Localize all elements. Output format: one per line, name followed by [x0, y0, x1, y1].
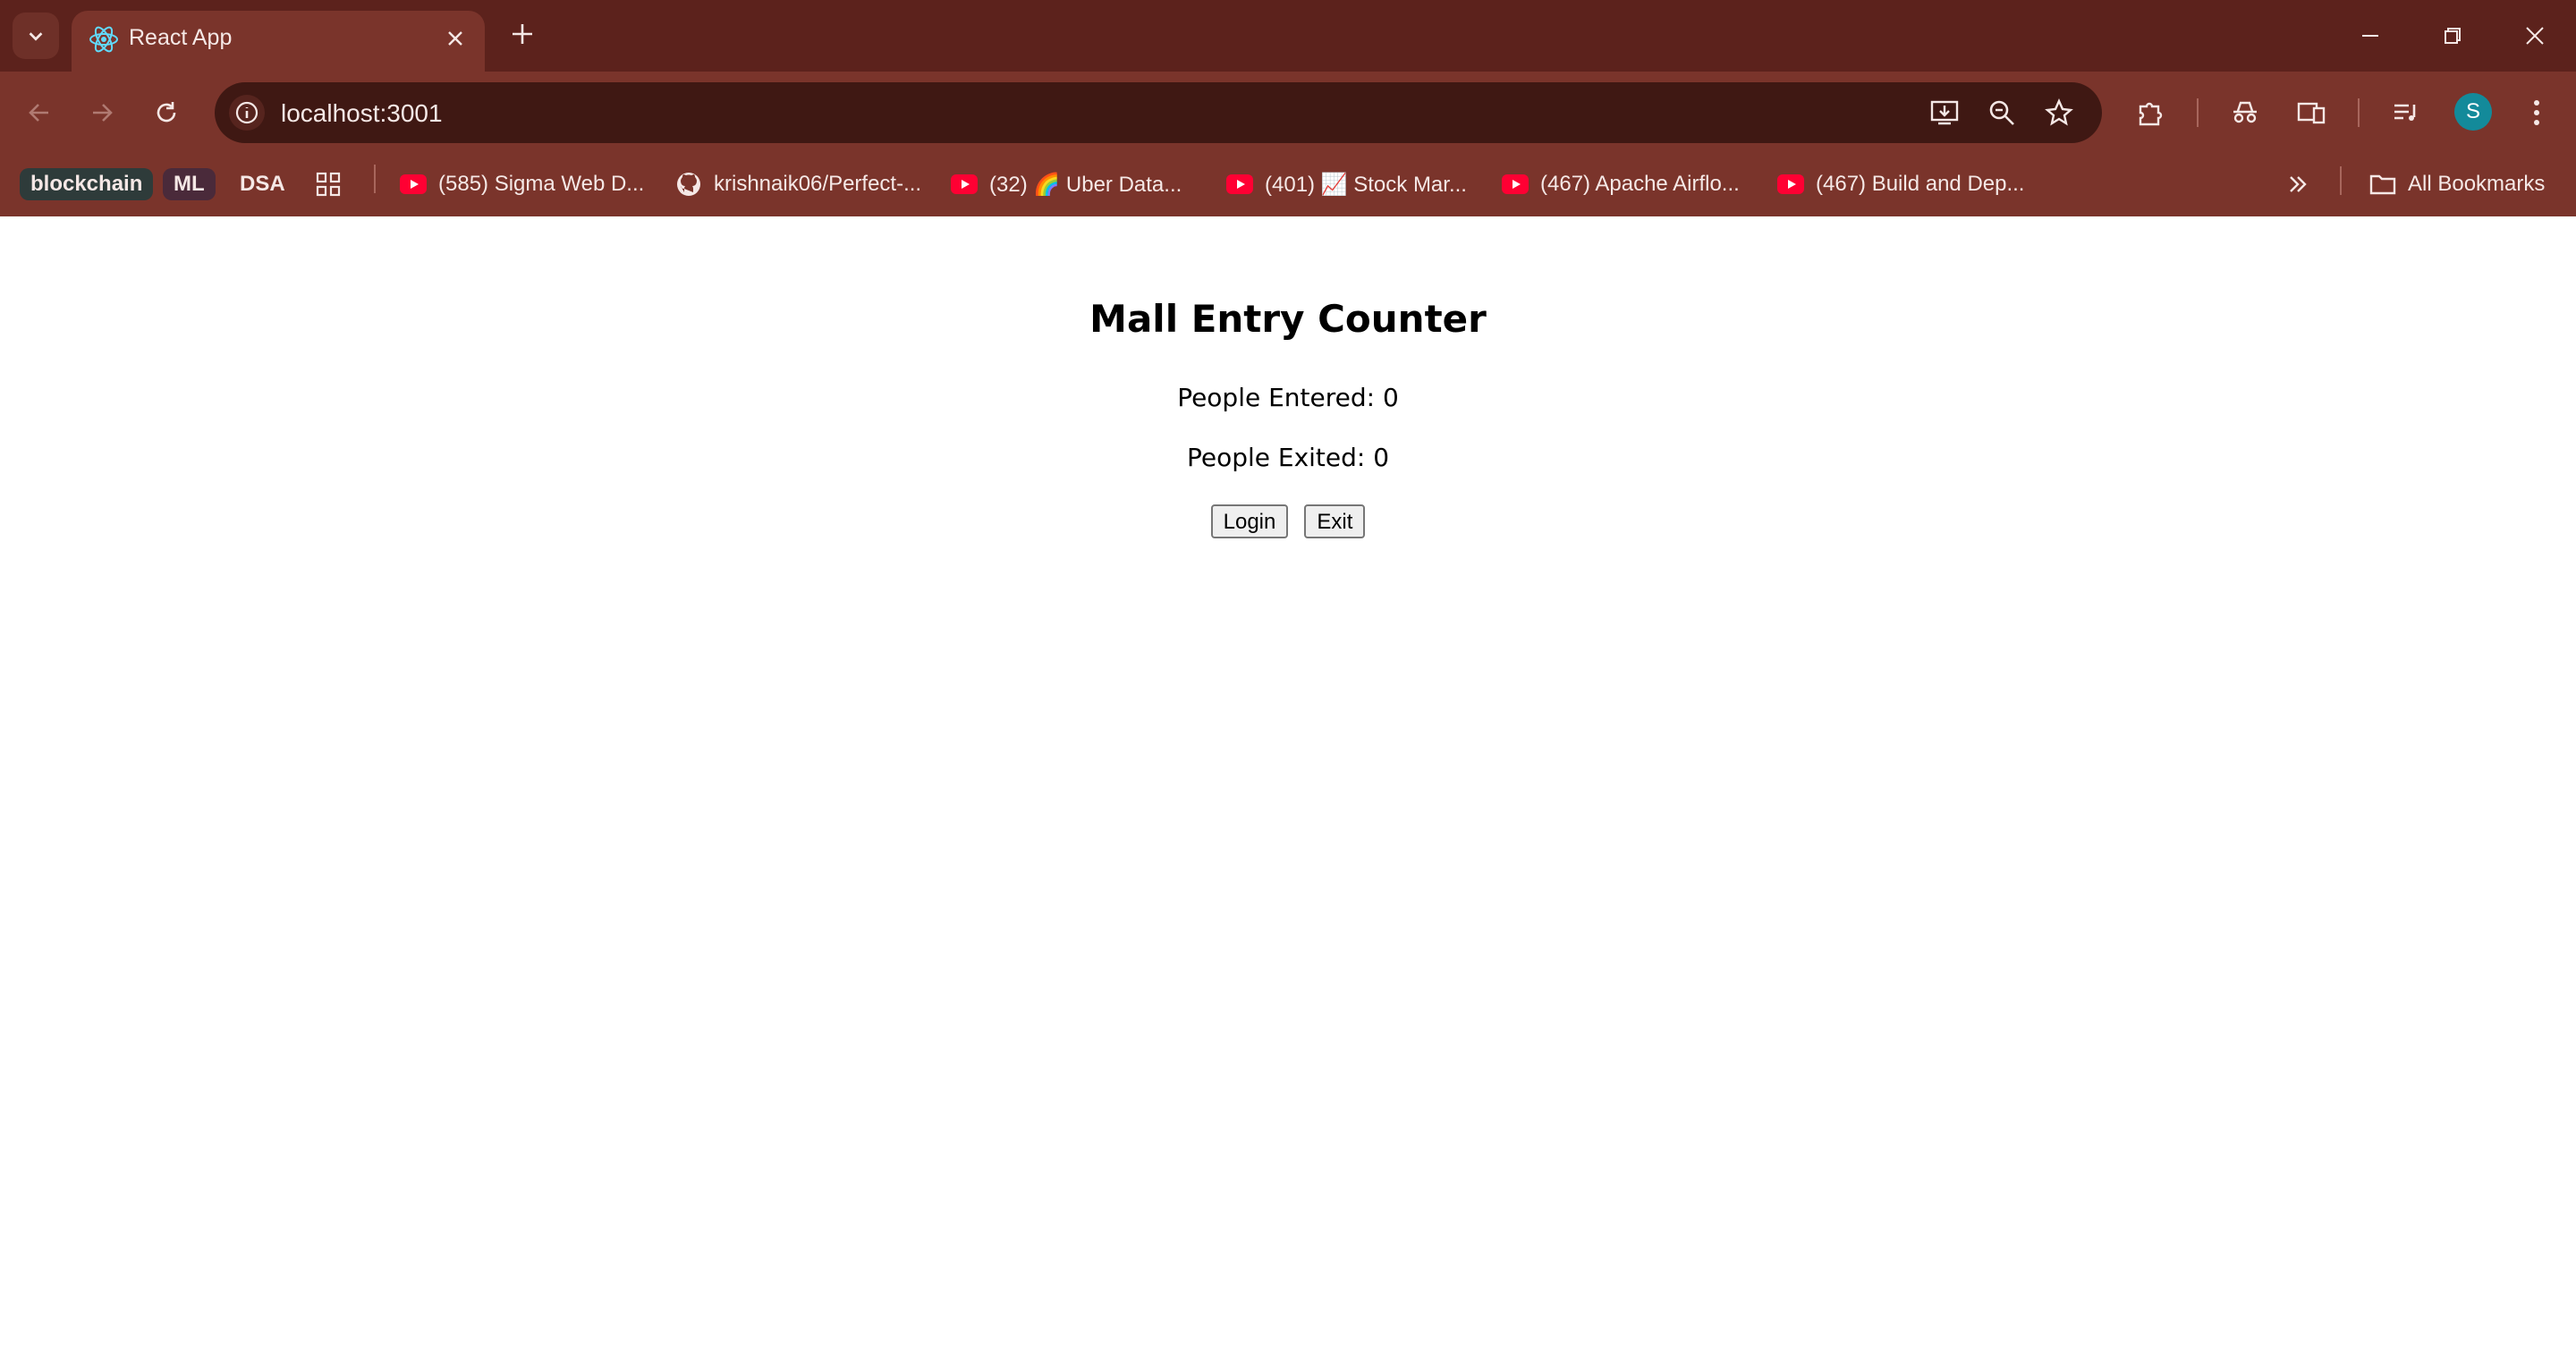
- bookmark-folder-blockchain[interactable]: blockchain: [20, 166, 154, 202]
- bookmark-label: blockchain: [20, 168, 154, 200]
- plus-icon: [513, 24, 532, 44]
- bookmark-label: (32) 🌈 Uber Data...: [989, 172, 1182, 197]
- bookmark-folder-dsa[interactable]: DSA: [229, 166, 296, 202]
- bookmark-label: DSA: [240, 172, 285, 196]
- browser-toolbar: localhost:3001 S: [0, 72, 2576, 154]
- info-icon: [235, 101, 258, 124]
- reload-icon: [157, 102, 176, 123]
- more-vertical-icon: [2534, 100, 2539, 125]
- youtube-icon: [1776, 170, 1805, 199]
- page-content: Mall Entry Counter People Entered: 0 Peo…: [0, 216, 2576, 1363]
- close-icon: [448, 31, 462, 46]
- page-title: Mall Entry Counter: [1089, 297, 1487, 341]
- youtube-icon: [399, 170, 428, 199]
- bookmark-folder-ml[interactable]: ML: [163, 166, 216, 202]
- arrow-right-icon: [93, 104, 113, 122]
- bookmark-github-krishnaik[interactable]: krishnaik06/Perfect-...: [674, 166, 921, 202]
- profile-avatar[interactable]: S: [2454, 93, 2492, 131]
- chevron-down-icon: [29, 32, 43, 41]
- bookmark-label: (401) 📈 Stock Mar...: [1265, 172, 1467, 197]
- bookmark-apache-airflow[interactable]: (467) Apache Airflo...: [1501, 166, 1740, 202]
- minimize-button[interactable]: [2343, 11, 2397, 61]
- cast-button[interactable]: [2290, 91, 2333, 134]
- more-bookmarks-button[interactable]: [2286, 166, 2309, 202]
- puzzle-icon: [2139, 102, 2163, 126]
- bookmark-label: (467) Build and Dep...: [1816, 172, 2025, 196]
- arrow-left-icon: [29, 104, 48, 122]
- bookmarks-separator: [374, 165, 376, 193]
- action-buttons: Login Exit: [0, 504, 2576, 538]
- bookmark-star-button[interactable]: [2041, 95, 2077, 131]
- new-tab-button[interactable]: [504, 16, 540, 52]
- restore-icon: [2445, 28, 2461, 44]
- bookmark-label: krishnaik06/Perfect-...: [714, 172, 922, 196]
- chevron-double-right-icon: [2290, 176, 2307, 192]
- close-icon: [2526, 27, 2544, 45]
- media-control-button[interactable]: [2385, 91, 2428, 134]
- bookmark-build-and-deploy[interactable]: (467) Build and Dep...: [1776, 166, 2024, 202]
- bookmarks-bar: blockchain ML DSA (585) Sigma Web D... k…: [0, 154, 2576, 216]
- tab-strip: React App: [0, 0, 2576, 73]
- youtube-icon: [950, 170, 979, 199]
- bookmark-label: ML: [163, 168, 216, 200]
- react-atom-icon: [89, 26, 118, 53]
- extensions-button[interactable]: [2129, 91, 2172, 134]
- install-app-button[interactable]: [1927, 95, 1962, 131]
- bookmark-uber-data[interactable]: (32) 🌈 Uber Data...: [950, 166, 1182, 202]
- exit-button[interactable]: Exit: [1304, 504, 1366, 538]
- youtube-icon: [1501, 170, 1530, 199]
- apps-grid-icon: [316, 172, 341, 197]
- close-window-button[interactable]: [2508, 11, 2562, 61]
- devices-icon: [2297, 102, 2326, 124]
- reload-button[interactable]: [145, 91, 188, 134]
- minimize-icon: [2362, 35, 2378, 37]
- bookmark-stock-market[interactable]: (401) 📈 Stock Mar...: [1225, 166, 1467, 202]
- bookmarks-separator: [2340, 166, 2342, 195]
- folder-icon: [2368, 170, 2397, 199]
- people-exited-text: People Exited: 0: [1186, 443, 1390, 472]
- tab-close-button[interactable]: [440, 23, 470, 54]
- toolbar-separator: [2197, 98, 2199, 127]
- all-bookmarks-label: All Bookmarks: [2408, 172, 2546, 196]
- zoom-out-icon: [1989, 100, 2014, 125]
- url-text: localhost:3001: [281, 99, 443, 127]
- people-entered-text: People Entered: 0: [1177, 383, 1399, 412]
- site-info-button[interactable]: [229, 95, 265, 131]
- all-bookmarks-button[interactable]: All Bookmarks: [2368, 166, 2545, 202]
- bookmark-label: (467) Apache Airflo...: [1540, 172, 1740, 196]
- tab-search-button[interactable]: [13, 13, 59, 59]
- bookmark-label: (585) Sigma Web D...: [438, 172, 645, 196]
- star-icon: [2045, 98, 2073, 126]
- address-bar[interactable]: localhost:3001: [215, 82, 2102, 143]
- youtube-icon: [1225, 170, 1254, 199]
- incognito-icon: [2233, 101, 2257, 123]
- back-button[interactable]: [18, 91, 61, 134]
- tab-react-app[interactable]: React App: [72, 11, 485, 73]
- zoom-button[interactable]: [1984, 95, 2020, 131]
- incognito-button[interactable]: [2224, 91, 2267, 134]
- forward-button[interactable]: [80, 91, 123, 134]
- toolbar-separator: [2358, 98, 2360, 127]
- github-icon: [674, 170, 703, 199]
- playlist-icon: [2394, 104, 2416, 121]
- login-button[interactable]: Login: [1210, 504, 1289, 538]
- apps-button[interactable]: [315, 166, 342, 202]
- browser-chrome: React App localhost:3001 S blockchain ML…: [0, 0, 2576, 216]
- bookmark-sigma-web[interactable]: (585) Sigma Web D...: [399, 166, 644, 202]
- tab-title: React App: [129, 25, 233, 50]
- menu-button[interactable]: [2515, 91, 2558, 134]
- install-icon: [1930, 100, 1959, 125]
- restore-button[interactable]: [2426, 11, 2479, 61]
